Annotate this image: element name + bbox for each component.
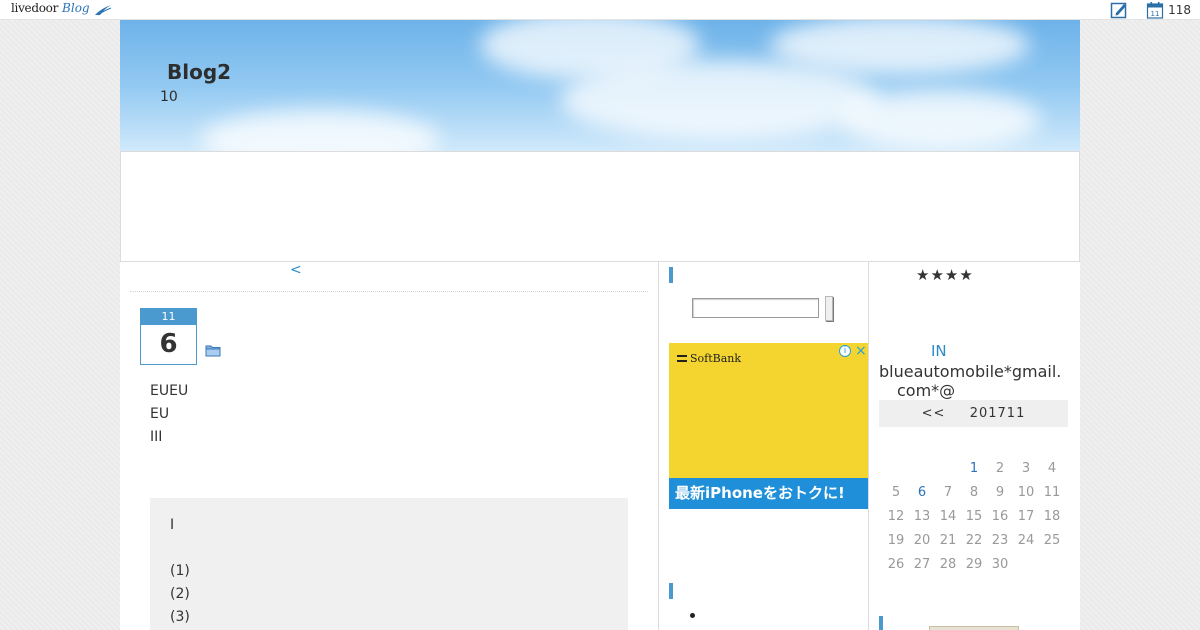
calendar-empty	[935, 457, 961, 481]
right-sidebar: ★★★★ IN blueautomobile*gmail. com*@ << 2…	[869, 262, 1080, 630]
calendar-day: 23	[991, 533, 1009, 548]
calendar-day: 4	[1047, 461, 1057, 476]
calendar-day: 27	[913, 557, 931, 572]
in-link[interactable]: IN	[931, 342, 947, 360]
calendar-day: 10	[1017, 485, 1035, 500]
quote-line	[170, 537, 608, 560]
topbar-actions: 11 118	[1110, 1, 1191, 19]
dotted-divider	[130, 291, 648, 292]
calendar-day: 19	[887, 533, 905, 548]
quote-line: (1)	[170, 563, 190, 579]
calendar-day: 8	[969, 485, 979, 500]
article-line: EUEU	[150, 383, 189, 399]
quote-line: (2)	[170, 586, 190, 602]
calendar-header: << 201711	[879, 400, 1068, 427]
calendar-day: 25	[1043, 533, 1061, 548]
calendar-day: 2	[995, 461, 1005, 476]
calendar-day: 9	[995, 485, 1005, 500]
blog-page: Blog2 10 < 11 6 EUEU EU III I (1) (2) (3…	[120, 20, 1080, 630]
calendar-day: 29	[965, 557, 983, 572]
calendar-day: 5	[891, 485, 901, 500]
calendar-week: 19 20 21 22 23 24 25	[883, 529, 1065, 553]
calendar-week: 12 13 14 15 16 17 18	[883, 505, 1065, 529]
section-marker	[879, 616, 883, 630]
softbank-logo-mark	[677, 355, 687, 362]
calendar-week: 5 6 7 8 9 10 11	[883, 481, 1065, 505]
calendar-day: 14	[939, 509, 957, 524]
article-date-badge: 11 6	[140, 308, 197, 365]
calendar-day: 24	[1017, 533, 1035, 548]
ad-banner-area	[120, 151, 1080, 262]
calendar-day: 21	[939, 533, 957, 548]
article-line: III	[150, 429, 163, 445]
article-line: EU	[150, 406, 170, 422]
calendar-day: 7	[943, 485, 953, 500]
date-month: 11	[141, 309, 196, 325]
cloud-shape	[200, 110, 440, 151]
calendar-day[interactable]: 1	[961, 457, 987, 481]
article-quote-box: I (1) (2) (3)	[150, 498, 628, 630]
section-marker	[669, 583, 673, 599]
brand-blog-text: Blog	[62, 1, 90, 15]
calendar-day: 22	[965, 533, 983, 548]
calendar-month: 201711	[969, 406, 1026, 421]
bird-icon	[94, 5, 111, 16]
contact-email-line1: blueautomobile*gmail.	[879, 362, 1062, 381]
calendar-day: 13	[913, 509, 931, 524]
quote-line: I	[170, 517, 175, 533]
ad-close-icon[interactable]: ×	[855, 343, 867, 359]
calendar-day: 20	[913, 533, 931, 548]
calendar-day: 15	[965, 509, 983, 524]
calendar-icon[interactable]: 11	[1146, 1, 1164, 19]
calendar-week: 12 3 4	[883, 457, 1065, 481]
middle-sidebar: SoftBank i × 最新iPhoneをおトクに!	[658, 262, 869, 630]
softbank-ad[interactable]: SoftBank i × 最新iPhoneをおトクに!	[669, 343, 868, 509]
list-bullet	[690, 613, 695, 618]
calendar-empty	[883, 457, 909, 481]
folder-icon[interactable]	[205, 343, 221, 357]
blog-description: 10	[160, 89, 178, 105]
calendar-prev-link[interactable]: <<	[922, 406, 946, 421]
quote-line: (3)	[170, 609, 190, 625]
calendar-day: 12	[887, 509, 905, 524]
blog-header: Blog2 10	[120, 20, 1080, 151]
ad-info-icon[interactable]: i	[839, 345, 851, 357]
pen-square-icon[interactable]	[1110, 1, 1128, 19]
rating-stars: ★★★★	[916, 266, 974, 284]
main-column: < 11 6 EUEU EU III I (1) (2) (3)	[120, 262, 658, 630]
calendar-day[interactable]: 6	[909, 481, 935, 505]
calendar-day: 30	[991, 557, 1009, 572]
calendar-day: 11	[1043, 485, 1061, 500]
cloud-shape	[560, 60, 880, 140]
calendar-empty	[1013, 553, 1039, 577]
softbank-logo: SoftBank	[677, 352, 741, 365]
livedoor-blog-logo[interactable]: livedoor Blog	[11, 1, 112, 19]
cloud-shape	[840, 90, 1040, 150]
calendar-grid: 1 2 3 4 5 6 7 8 9 10 11 12 13 14 15 16 17 18 19 20 21 22 23 24 2…	[883, 457, 1065, 577]
calendar-day: 3	[1021, 461, 1031, 476]
calendar-icon-day: 11	[1151, 10, 1160, 18]
prev-article-link[interactable]: <	[290, 262, 302, 278]
calendar-day: 17	[1017, 509, 1035, 524]
ad-headline: 最新iPhoneをおトクに!	[669, 478, 868, 509]
calendar-day: 28	[939, 557, 957, 572]
calendar-empty	[1039, 553, 1065, 577]
calendar-empty	[909, 457, 935, 481]
search-input[interactable]	[692, 298, 819, 318]
contact-email-line2: com*@	[897, 381, 956, 400]
section-marker	[669, 267, 673, 283]
notification-count: 118	[1168, 3, 1191, 17]
calendar-day: 18	[1043, 509, 1061, 524]
brand-livedoor-text: livedoor	[11, 1, 59, 15]
livedoor-topbar: livedoor Blog 11 118	[0, 0, 1200, 20]
sidebar-thumbnail[interactable]	[929, 626, 1019, 630]
calendar-day: 16	[991, 509, 1009, 524]
softbank-logo-text: SoftBank	[690, 352, 742, 365]
date-day: 6	[159, 329, 178, 359]
blog-title[interactable]: Blog2	[167, 60, 231, 84]
calendar-day: 26	[887, 557, 905, 572]
search-button[interactable]	[825, 296, 833, 321]
article-body: EUEU EU III	[150, 380, 188, 449]
calendar-week: 26 27 28 29 30	[883, 553, 1065, 577]
